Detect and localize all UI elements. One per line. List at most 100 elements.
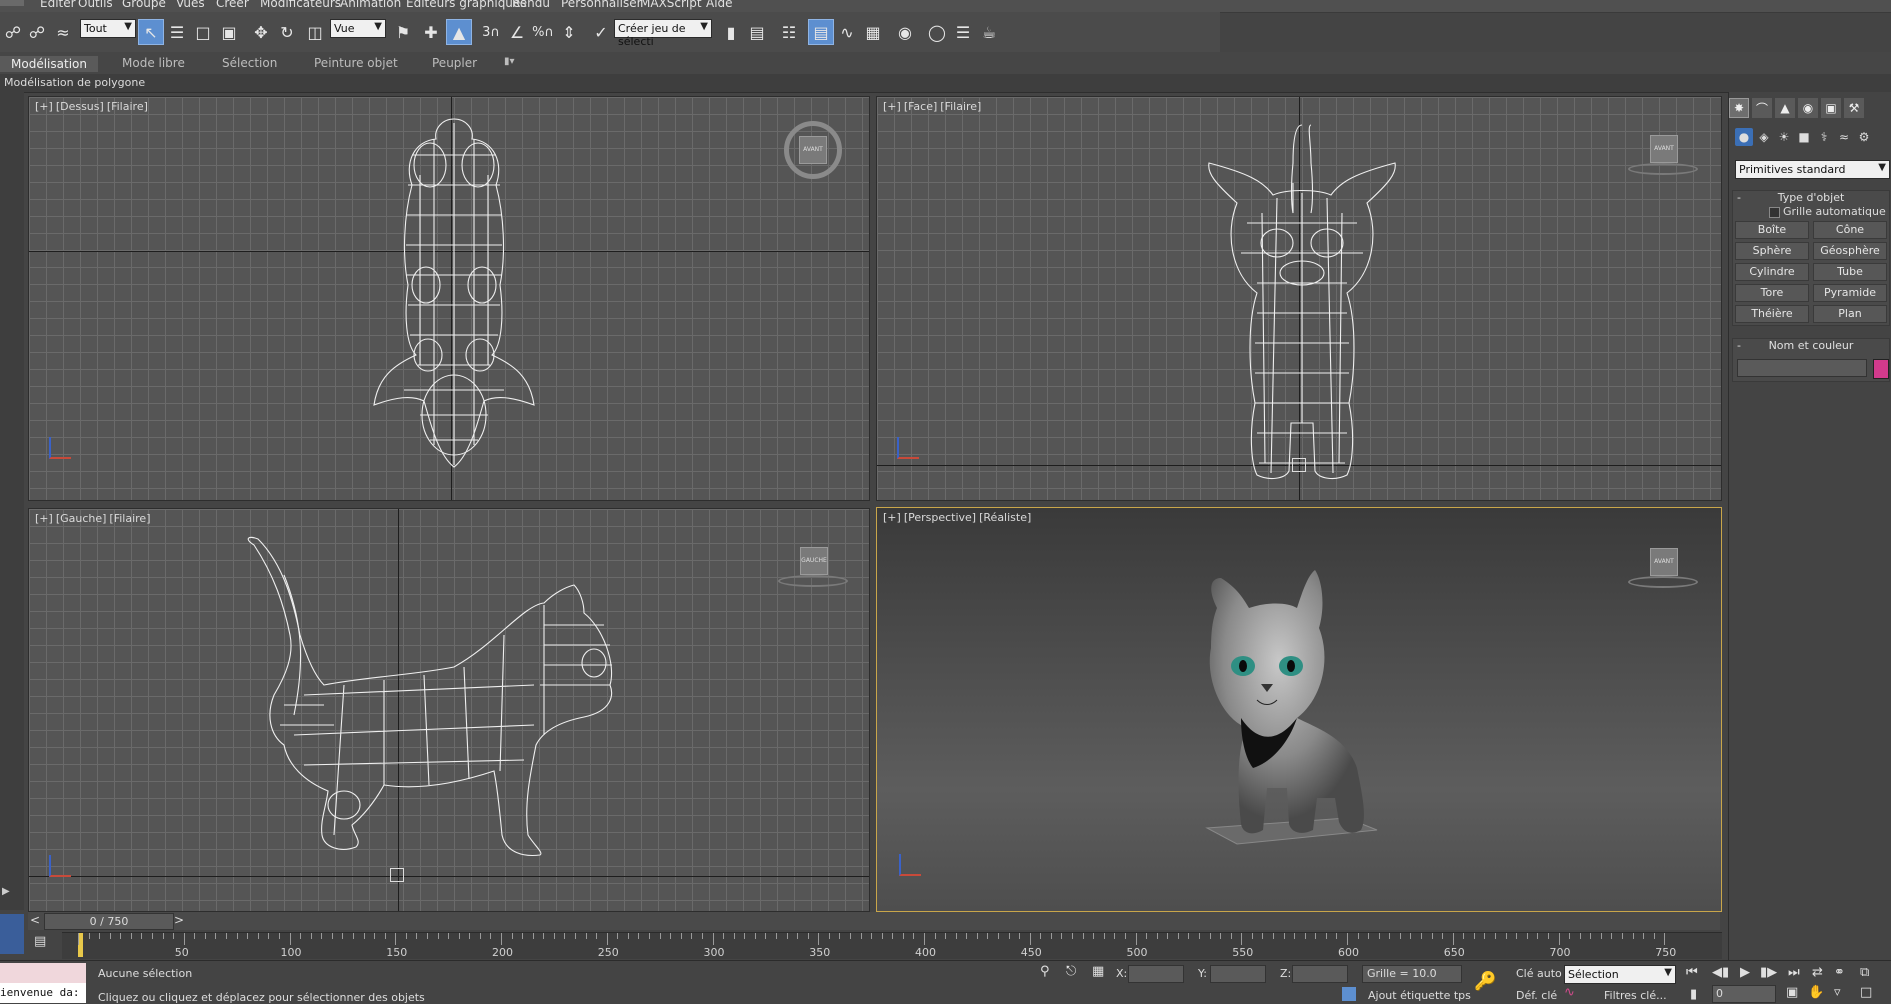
- scale-button[interactable]: ◫: [302, 19, 328, 45]
- align-button[interactable]: ▤: [744, 19, 770, 45]
- viewport-menu-plus[interactable]: [+]: [883, 100, 901, 113]
- key-mode-toggle-icon[interactable]: ⇄: [1812, 965, 1823, 980]
- pan-view-icon[interactable]: ✋: [1808, 985, 1824, 1000]
- viewport-top[interactable]: [+] [Dessus] [Filaire] AVANT: [28, 96, 870, 501]
- viewport-menu-plus[interactable]: [+]: [35, 100, 53, 113]
- maxscript-listener-mini[interactable]: [0, 963, 86, 983]
- selection-lock-icon[interactable]: ⎋: [1066, 964, 1076, 979]
- object-color-swatch[interactable]: [1873, 359, 1889, 379]
- primitive-plan-button[interactable]: Plan: [1813, 305, 1887, 323]
- hierarchy-tab-icon[interactable]: ▲: [1775, 98, 1795, 118]
- current-frame-input[interactable]: 0: [1712, 985, 1776, 1003]
- primitive-boite-button[interactable]: Boîte: [1735, 221, 1809, 239]
- window-crossing-button[interactable]: ▣: [216, 19, 242, 45]
- primitive-cylindre-button[interactable]: Cylindre: [1735, 263, 1809, 281]
- rect-selection-region-button[interactable]: □: [190, 19, 216, 45]
- move-button[interactable]: ✥: [248, 19, 274, 45]
- primitive-cone-button[interactable]: Cône: [1813, 221, 1887, 239]
- viewport-view-name[interactable]: [Perspective]: [904, 511, 976, 524]
- menu-animation[interactable]: Animation: [340, 0, 401, 10]
- selection-filter-dropdown[interactable]: Tout ▼: [80, 19, 136, 38]
- key-tangent-icon[interactable]: ∿: [1564, 985, 1575, 1000]
- primitive-theiere-button[interactable]: Théière: [1735, 305, 1809, 323]
- viewport-shading-mode[interactable]: [Filaire]: [940, 100, 981, 113]
- viewport-front[interactable]: [+] [Face] [Filaire] AVANT: [876, 96, 1722, 501]
- menu-outils[interactable]: Outils: [78, 0, 113, 10]
- menu-rendu[interactable]: Rendu: [512, 0, 550, 10]
- field-of-view-icon[interactable]: ▿: [1834, 985, 1841, 1000]
- viewport-view-name[interactable]: [Dessus]: [56, 100, 104, 113]
- helpers-category-icon[interactable]: ⚕: [1815, 128, 1833, 146]
- track-bar[interactable]: 50 100 150 200 250 300 350 400 450 500 550 600 650 70…: [62, 932, 1722, 959]
- app-menu-button[interactable]: [0, 0, 24, 6]
- zoom-extents-icon[interactable]: ▣: [1786, 985, 1798, 1000]
- time-configuration-icon[interactable]: ▮: [1690, 987, 1697, 1002]
- primitive-tore-button[interactable]: Tore: [1735, 284, 1809, 302]
- object-type-header[interactable]: - Type d'objet: [1733, 191, 1889, 205]
- set-key-button[interactable]: Déf. clé: [1516, 989, 1557, 1002]
- motion-tab-icon[interactable]: ◉: [1798, 98, 1818, 118]
- rendered-frame-window-button[interactable]: ☰: [950, 19, 976, 45]
- isolate-selection-icon[interactable]: ⚲: [1040, 964, 1050, 979]
- display-tab-icon[interactable]: ▣: [1821, 98, 1841, 118]
- set-key-icon[interactable]: 🔑: [1474, 971, 1496, 992]
- modify-tab-icon[interactable]: ⌒: [1752, 98, 1772, 118]
- bind-spacewarp-icon[interactable]: ≈: [50, 19, 76, 45]
- rotate-button[interactable]: ↻: [274, 19, 300, 45]
- menu-creer[interactable]: Créer: [216, 0, 249, 10]
- time-slider-thumb[interactable]: 0 / 750: [44, 913, 174, 930]
- next-frame-icon[interactable]: ▮▶: [1760, 965, 1777, 980]
- viewcube-ring[interactable]: [1628, 576, 1698, 588]
- viewport-layout-icon[interactable]: [0, 914, 24, 954]
- tab-peinture-objet[interactable]: Peinture objet: [314, 56, 398, 70]
- viewport-perspective-label[interactable]: [+] [Perspective] [Réaliste]: [883, 511, 1034, 524]
- autogrid-checkbox[interactable]: [1769, 207, 1780, 218]
- spinner-snap-button[interactable]: ⇕: [556, 19, 582, 45]
- key-mode-dropdown[interactable]: Sélection ▼: [1564, 965, 1676, 984]
- utilities-tab-icon[interactable]: ⚒: [1844, 98, 1864, 118]
- menu-aide[interactable]: Aide: [706, 0, 733, 10]
- angle-snap-button[interactable]: ∠: [504, 19, 530, 45]
- link-icon[interactable]: ☍: [0, 19, 26, 45]
- select-by-name-button[interactable]: ☰: [164, 19, 190, 45]
- percent-snap-button[interactable]: %∩: [530, 19, 556, 45]
- viewport-shading-mode[interactable]: [Filaire]: [109, 512, 150, 525]
- curve-editor-button[interactable]: ∿: [834, 19, 860, 45]
- viewport-left-label[interactable]: [+] [Gauche] [Filaire]: [35, 512, 154, 525]
- go-to-start-icon[interactable]: ⏮: [1686, 965, 1698, 980]
- primitive-geosphere-button[interactable]: Géosphère: [1813, 242, 1887, 260]
- viewcube[interactable]: AVANT: [1650, 548, 1678, 576]
- object-name-input[interactable]: [1737, 359, 1867, 377]
- lights-category-icon[interactable]: ☀: [1775, 128, 1793, 146]
- viewcube-ring[interactable]: [778, 575, 848, 587]
- menu-maxscript[interactable]: MAXScript: [640, 0, 702, 10]
- tab-peupler[interactable]: Peupler: [432, 56, 477, 70]
- viewport-menu-plus[interactable]: [+]: [35, 512, 53, 525]
- maximize-viewport-icon[interactable]: ⧉: [1860, 965, 1869, 980]
- tab-selection[interactable]: Sélection: [222, 56, 277, 70]
- select-object-button[interactable]: ↖: [138, 19, 164, 45]
- time-slider-next-button[interactable]: >: [174, 913, 184, 927]
- viewport-view-name[interactable]: [Gauche]: [56, 512, 107, 525]
- ribbon-options-icon[interactable]: ▮▾: [504, 56, 515, 67]
- menu-groupe[interactable]: Groupe: [122, 0, 166, 10]
- orbit-icon[interactable]: ⚭: [1834, 965, 1845, 980]
- geometry-category-icon[interactable]: ●: [1735, 128, 1753, 146]
- toggle-scene-explorer-button[interactable]: ☷: [776, 19, 802, 45]
- primitive-pyramide-button[interactable]: Pyramide: [1813, 284, 1887, 302]
- mirror-button[interactable]: ▮: [718, 19, 744, 45]
- spacewarps-category-icon[interactable]: ≈: [1835, 128, 1853, 146]
- z-coordinate-input[interactable]: [1292, 965, 1348, 983]
- add-time-tag-icon[interactable]: [1342, 987, 1356, 1001]
- play-icon[interactable]: ▶: [1740, 965, 1750, 980]
- menu-modificateurs[interactable]: Modificateurs: [260, 0, 341, 10]
- viewcube[interactable]: GAUCHE: [800, 547, 828, 575]
- render-production-button[interactable]: ☕: [976, 19, 1002, 45]
- viewport-shading-mode[interactable]: [Filaire]: [107, 100, 148, 113]
- viewport-left[interactable]: [+] [Gauche] [Filaire] GAUCHE: [28, 508, 870, 912]
- cameras-category-icon[interactable]: ■: [1795, 128, 1813, 146]
- viewport-top-label[interactable]: [+] [Dessus] [Filaire]: [35, 100, 151, 113]
- menu-editer[interactable]: Editer: [40, 0, 76, 10]
- name-color-header[interactable]: - Nom et couleur: [1733, 339, 1889, 353]
- systems-category-icon[interactable]: ⚙: [1855, 128, 1873, 146]
